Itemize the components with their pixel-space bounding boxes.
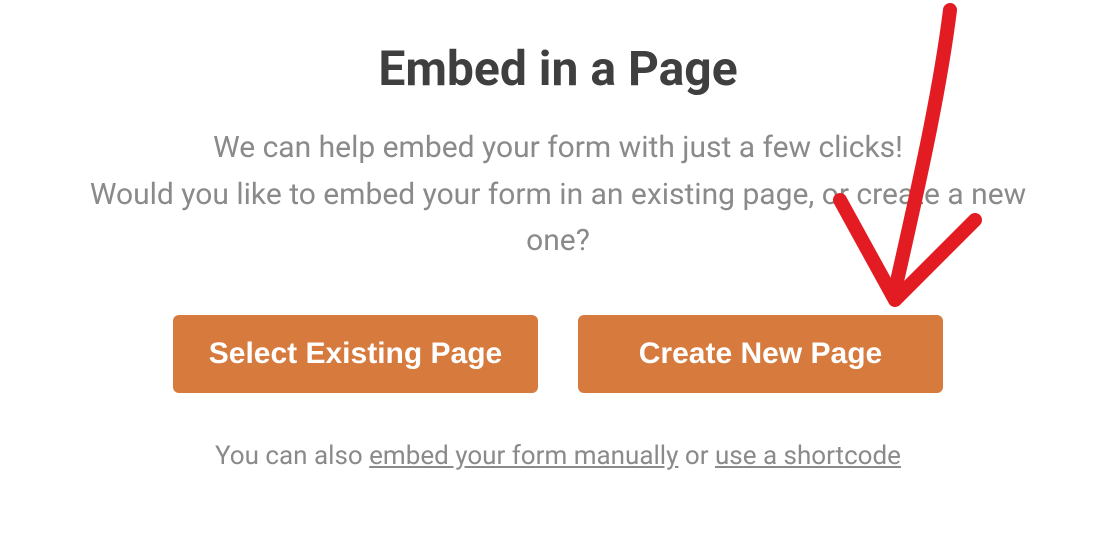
modal-title: Embed in a Page [60,40,1056,97]
footer-text: You can also embed your form manually or… [60,441,1056,471]
footer-mid: or [678,441,715,471]
embed-modal: Embed in a Page We can help embed your f… [0,0,1116,471]
use-shortcode-link[interactable]: use a shortcode [715,441,901,471]
button-row: Select Existing Page Create New Page [60,315,1056,393]
footer-prefix: You can also [215,441,369,471]
description-line1: We can help embed your form with just a … [213,130,903,165]
create-new-page-button[interactable]: Create New Page [578,315,943,393]
modal-description: We can help embed your form with just a … [60,125,1056,265]
select-existing-page-button[interactable]: Select Existing Page [173,315,538,393]
embed-manually-link[interactable]: embed your form manually [369,441,678,471]
description-line2: Would you like to embed your form in an … [90,177,1026,259]
